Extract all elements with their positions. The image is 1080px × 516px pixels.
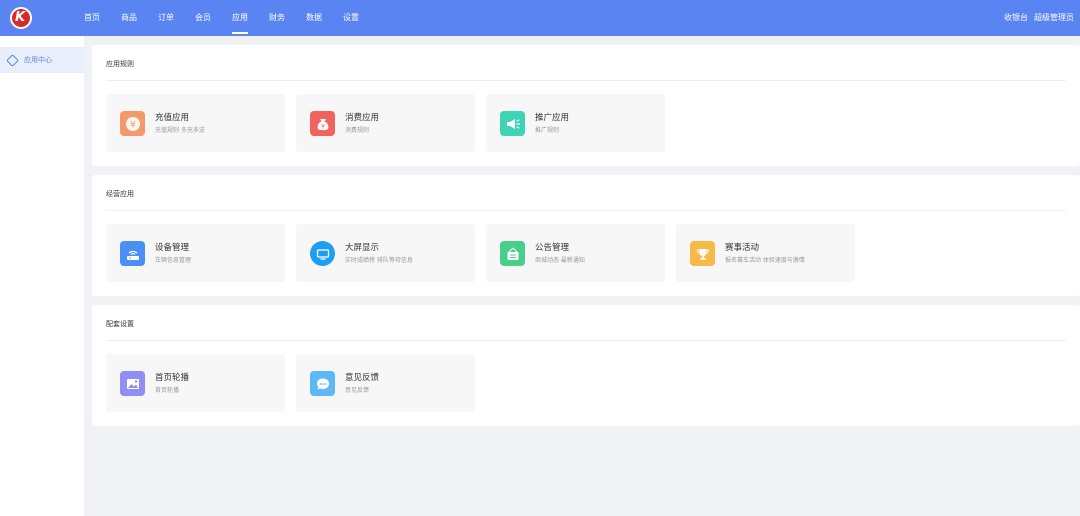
cube-icon [6,53,19,67]
card-title: 消费应用 [345,113,380,123]
card-desc: 实时成绩榜 排队等待信息 [345,257,413,264]
card-title: 大屏显示 [345,243,380,253]
card-title: 充值应用 [155,113,190,123]
app-card-recharge[interactable]: ¥ 充值应用 充值规则 多充多送 [106,94,285,152]
sidebar-item-app-center[interactable]: 应用中心 [0,47,84,73]
nav-item-data[interactable]: 数据 [306,0,322,36]
nav-item-orders[interactable]: 订单 [158,0,174,36]
card-title: 公告管理 [535,243,570,253]
logo-text: K [15,10,26,25]
card-desc: 车辆信息管理 [155,257,192,264]
trophy-icon [690,241,715,266]
card-title: 推广应用 [535,113,570,123]
svg-text:¥: ¥ [321,123,325,130]
app-card-promote[interactable]: 推广应用 推广规则 [486,94,665,152]
nav-item-goods[interactable]: 商品 [121,0,137,36]
card-desc: 商城动态 最新通知 [535,257,585,264]
divider [106,80,1066,81]
image-icon [120,371,145,396]
app-card-carousel[interactable]: 首页轮播 首页轮播 [106,354,285,412]
nav-item-apps[interactable]: 应用 [232,0,248,36]
yen-icon: ¥ [120,111,145,136]
section-title: 配套设置 [106,320,134,328]
card-title: 设备管理 [155,243,190,253]
sidebar-item-label: 应用中心 [24,56,52,64]
chat-bubble-icon [310,371,335,396]
money-bag-icon: ¥ [310,111,335,136]
notice-board-icon [500,241,525,266]
nav-item-members[interactable]: 会员 [195,0,211,36]
section-app-rules: 应用规则 ¥ 充值应用 充值规则 多充多送 ¥ 消费应用 消费规则 推广应用 推… [92,45,1080,166]
section-title: 经营应用 [106,190,134,198]
app-card-events[interactable]: 赛事活动 报名赛车活动 体验速度与激情 [676,224,855,282]
card-desc: 推广规则 [535,127,560,134]
nav-item-finance[interactable]: 财务 [269,0,285,36]
cashier-link[interactable]: 收银台 [1004,0,1028,36]
card-title: 意见反馈 [345,373,380,383]
card-desc: 意见反馈 [345,387,370,394]
brand-logo[interactable]: K [10,7,32,29]
card-desc: 报名赛车活动 体验速度与激情 [725,257,805,264]
app-card-device[interactable]: 设备管理 车辆信息管理 [106,224,285,282]
nav-item-settings[interactable]: 设置 [343,0,359,36]
top-right-actions: 收银台 超级管理员 [1004,0,1074,36]
divider [106,340,1066,341]
divider [106,210,1066,211]
router-icon [120,241,145,266]
app-card-notice[interactable]: 公告管理 商城动态 最新通知 [486,224,665,282]
svg-text:¥: ¥ [130,120,136,130]
card-desc: 首页轮播 [155,387,180,394]
top-navbar: K 首页 商品 订单 会员 应用 财务 数据 设置 收银台 超级管理员 [0,0,1080,36]
section-business-apps: 经营应用 设备管理 车辆信息管理 大屏显示 实时成绩榜 排队等待信息 公告管理 … [92,175,1080,296]
card-desc: 消费规则 [345,127,370,134]
section-supporting-settings: 配套设置 首页轮播 首页轮播 意见反馈 意见反馈 [92,305,1080,426]
section-title: 应用规则 [106,60,134,68]
card-desc: 充值规则 多充多送 [155,127,205,134]
app-card-bigscreen[interactable]: 大屏显示 实时成绩榜 排队等待信息 [296,224,475,282]
sidebar: 应用中心 [0,36,84,516]
monitor-icon [310,241,335,266]
card-title: 赛事活动 [725,243,760,253]
main-nav: 首页 商品 订单 会员 应用 财务 数据 设置 [84,0,380,36]
app-card-feedback[interactable]: 意见反馈 意见反馈 [296,354,475,412]
card-title: 首页轮播 [155,373,190,383]
nav-item-home[interactable]: 首页 [84,0,100,36]
app-card-consume[interactable]: ¥ 消费应用 消费规则 [296,94,475,152]
megaphone-icon [500,111,525,136]
admin-user-menu[interactable]: 超级管理员 [1034,0,1074,36]
